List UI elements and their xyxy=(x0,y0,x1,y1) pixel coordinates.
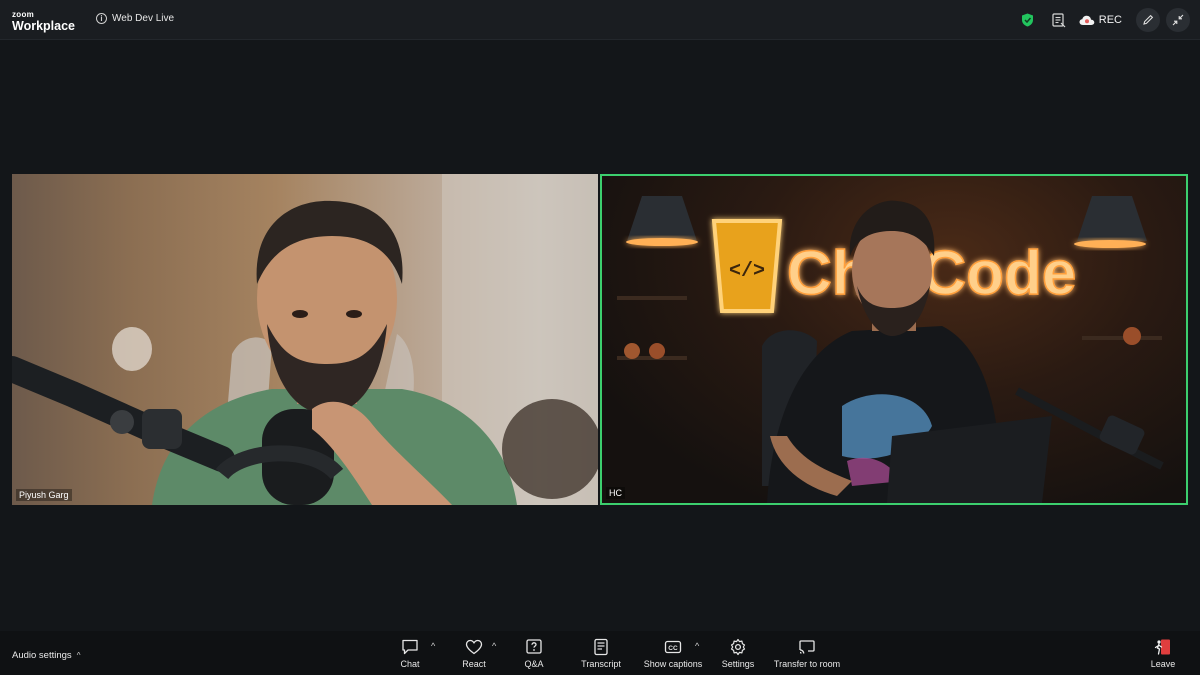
logo-workplace-text: Workplace xyxy=(12,19,75,33)
settings-button[interactable]: Settings xyxy=(719,638,757,672)
qa-button[interactable]: Q&A xyxy=(520,638,548,672)
participant-name: Piyush Garg xyxy=(16,489,72,501)
logo-zoom-text: zoom xyxy=(12,10,35,19)
react-options-chevron-icon[interactable]: ^ xyxy=(492,641,496,651)
cloud-recording-button[interactable]: REC xyxy=(1079,10,1122,30)
svg-text:CC: CC xyxy=(668,645,678,652)
video-tile-hc[interactable]: </> ChaiCode HC xyxy=(600,174,1188,505)
transcript-button[interactable]: Transcript xyxy=(578,638,624,672)
notes-icon[interactable] xyxy=(1052,10,1066,30)
zoom-logo: zoom Workplace xyxy=(12,11,75,33)
rec-label: REC xyxy=(1098,14,1122,26)
qa-label: Q&A xyxy=(524,659,544,669)
transfer-label: Transfer to room xyxy=(773,659,841,669)
captions-options-chevron-icon[interactable]: ^ xyxy=(695,641,699,651)
cast-icon xyxy=(799,640,815,654)
svg-text:</>: </> xyxy=(729,260,765,283)
participant-name: HC xyxy=(606,487,625,499)
transfer-to-room-button[interactable]: Transfer to room xyxy=(772,638,842,672)
pen-icon xyxy=(1143,14,1154,25)
collapse-icon xyxy=(1172,14,1184,26)
transcript-label: Transcript xyxy=(581,659,621,669)
chevron-up-icon[interactable]: ^ xyxy=(77,651,81,660)
react-label: React xyxy=(462,659,486,669)
meeting-info[interactable]: i Web Dev Live xyxy=(96,13,174,24)
react-button[interactable]: React xyxy=(458,638,490,672)
participant-video-feed xyxy=(12,174,598,505)
info-icon[interactable]: i xyxy=(96,13,107,24)
cc-icon: CC xyxy=(664,640,682,654)
leave-door-icon xyxy=(1154,639,1170,655)
bottom-toolbar: Audio settings ^ Chat ^ React ^ Q&A Tran… xyxy=(0,631,1200,675)
chat-options-chevron-icon[interactable]: ^ xyxy=(431,641,435,651)
audio-settings-label: Audio settings xyxy=(12,650,72,661)
chat-button[interactable]: Chat xyxy=(395,638,425,672)
chat-icon xyxy=(402,639,418,655)
leave-label: Leave xyxy=(1150,659,1176,669)
cloud-record-icon xyxy=(1079,15,1095,25)
gear-icon xyxy=(730,638,746,656)
heart-icon xyxy=(465,639,483,655)
settings-label: Settings xyxy=(721,659,755,669)
security-shield-icon[interactable] xyxy=(1021,10,1034,30)
meeting-title: Web Dev Live xyxy=(112,13,175,24)
transcript-icon xyxy=(594,638,608,656)
participant-video-feed: </> ChaiCode xyxy=(617,196,1164,503)
audio-settings-button[interactable]: Audio settings ^ xyxy=(12,650,80,661)
leave-button[interactable]: Leave xyxy=(1148,638,1178,672)
captions-label: Show captions xyxy=(643,659,703,669)
video-tile-piyush[interactable]: Piyush Garg xyxy=(12,174,598,505)
qa-icon xyxy=(526,639,542,654)
exit-fullscreen-button[interactable] xyxy=(1166,8,1190,32)
annotate-pen-button[interactable] xyxy=(1136,8,1160,32)
top-bar: zoom Workplace i Web Dev Live REC xyxy=(0,0,1200,40)
chat-label: Chat xyxy=(400,659,420,669)
